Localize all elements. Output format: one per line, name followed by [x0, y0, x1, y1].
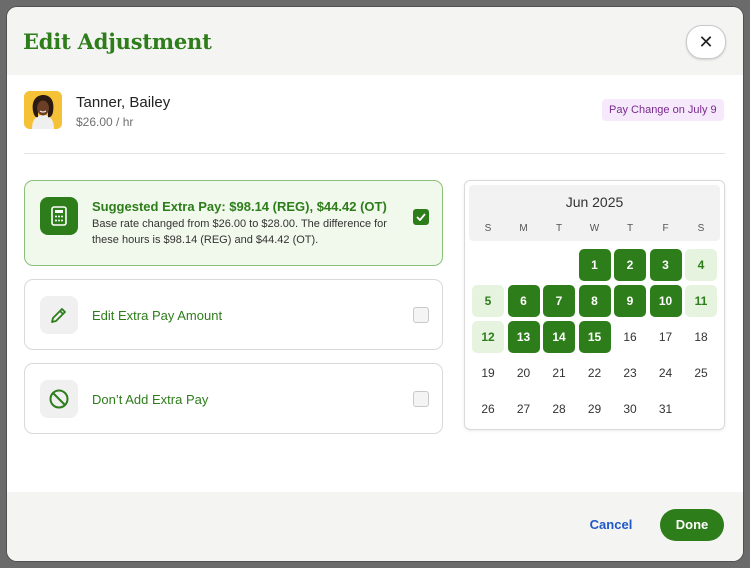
option-suggested-extra-pay[interactable]: Suggested Extra Pay: $98.14 (REG), $44.4…	[24, 180, 443, 266]
employee-rate: $26.00 / hr	[76, 115, 134, 129]
calendar-day[interactable]: 26	[472, 393, 504, 425]
divider	[24, 153, 725, 154]
calendar-day[interactable]: 17	[650, 321, 682, 353]
calendar-month: Jun 2025	[565, 194, 624, 210]
calendar-day[interactable]: 30	[614, 393, 646, 425]
weekday-label: F	[662, 223, 669, 234]
calendar-day[interactable]: 3	[649, 249, 682, 281]
calendar-day[interactable]: 14	[543, 321, 575, 353]
checkmark-icon	[416, 213, 426, 221]
close-button[interactable]: ✕	[686, 25, 726, 59]
calendar-day[interactable]: 10	[649, 285, 682, 317]
option-title: Don’t Add Extra Pay	[92, 392, 209, 407]
calendar-day[interactable]: 22	[579, 357, 611, 389]
pencil-icon	[40, 296, 78, 334]
cancel-button[interactable]: Cancel	[585, 514, 637, 536]
option-title: Edit Extra Pay Amount	[92, 308, 223, 323]
weekday-label: T	[626, 223, 634, 234]
employee-name: Tanner, Bailey	[76, 94, 171, 111]
suggested-extra-pay-checkbox[interactable]	[413, 209, 429, 225]
calendar-day[interactable]: 7	[543, 285, 575, 317]
calendar-day[interactable]: 8	[578, 285, 611, 317]
calendar-day[interactable]: 6	[507, 285, 540, 317]
calendar-day[interactable]: 13	[507, 321, 540, 353]
dialog-body: Tanner, Bailey $26.00 / hr Pay Change on…	[7, 75, 743, 492]
calendar-day[interactable]: 4	[685, 249, 717, 281]
calendar-day[interactable]: 5	[472, 285, 504, 317]
weekday-label: S	[697, 223, 705, 234]
calendar-day[interactable]: 24	[650, 357, 682, 389]
option-dont-add-extra-pay[interactable]: Don’t Add Extra Pay	[24, 363, 443, 434]
weekday-label: M	[519, 223, 528, 234]
calendar: Jun 2025 SMTWTFS 1 2 3 4 5 6 7 8 9 10 11 12 13 14 15 16…	[464, 180, 725, 430]
weekday-label: W	[589, 223, 600, 234]
option-edit-extra-pay[interactable]: Edit Extra Pay Amount	[24, 279, 443, 350]
calendar-day[interactable]: 15	[578, 321, 611, 353]
weekday-label: S	[484, 223, 492, 234]
calendar-day[interactable]: 21	[543, 357, 575, 389]
avatar	[24, 91, 62, 129]
calendar-day[interactable]: 1	[578, 249, 611, 281]
prohibited-icon	[40, 380, 78, 418]
calendar-day[interactable]: 29	[579, 393, 611, 425]
dialog-header: Edit Adjustment ✕	[7, 7, 743, 75]
pay-change-badge: Pay Change on July 9	[602, 99, 724, 121]
dialog-title: Edit Adjustment	[23, 29, 212, 54]
calendar-day[interactable]: 2	[614, 249, 646, 281]
calendar-header: Jun 2025 S M T W T F S	[469, 185, 720, 241]
option-title: Suggested Extra Pay: $98.14 (REG), $44.4…	[92, 199, 387, 214]
close-icon: ✕	[698, 31, 714, 52]
dont-add-extra-pay-checkbox[interactable]	[413, 391, 429, 407]
calculator-icon	[40, 197, 78, 235]
calendar-day[interactable]: 28	[543, 393, 575, 425]
edit-adjustment-dialog: Edit Adjustment ✕ Tanner, Bailey $26.00 …	[7, 7, 743, 561]
calendar-day[interactable]: 12	[472, 321, 504, 353]
weekday-label: T	[555, 223, 563, 234]
calendar-day[interactable]: 18	[685, 321, 717, 353]
edit-extra-pay-checkbox[interactable]	[413, 307, 429, 323]
calendar-day[interactable]: 19	[472, 357, 504, 389]
dialog-footer: Cancel Done	[7, 492, 743, 561]
option-description: Base rate changed from $26.00 to $28.00.…	[92, 218, 387, 246]
done-button[interactable]: Done	[660, 509, 724, 541]
calendar-day[interactable]: 9	[614, 285, 646, 317]
calendar-day[interactable]: 23	[614, 357, 646, 389]
calendar-day[interactable]: 11	[685, 285, 717, 317]
calendar-day[interactable]: 16	[614, 321, 646, 353]
calendar-day[interactable]: 31	[650, 393, 682, 425]
calendar-day[interactable]: 27	[508, 393, 540, 425]
calendar-day[interactable]: 20	[508, 357, 540, 389]
calendar-day[interactable]: 25	[685, 357, 717, 389]
